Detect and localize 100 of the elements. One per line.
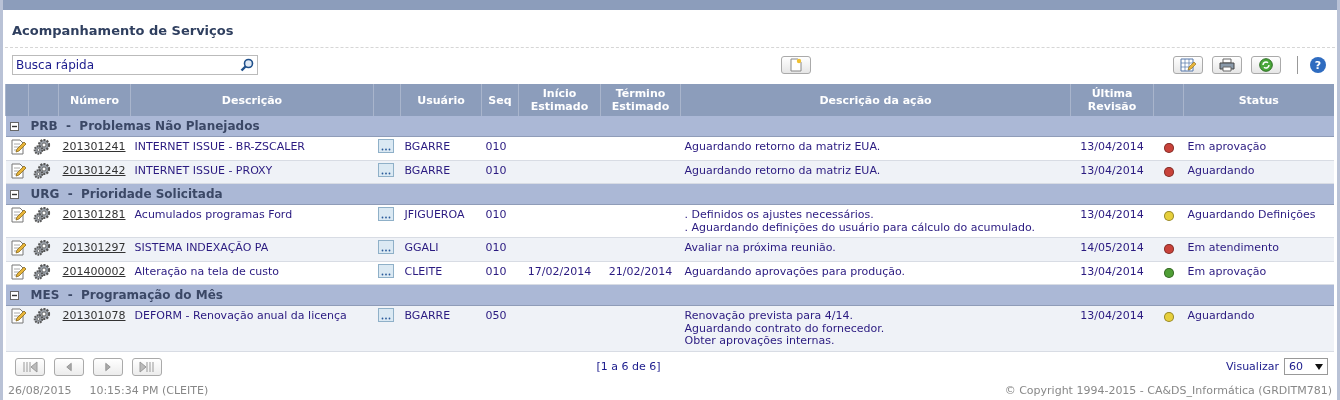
status-text: Em aprovação: [1187, 140, 1267, 153]
collapse-icon[interactable]: [9, 121, 19, 131]
action-text: Aguardando contrato do fornecedor.: [684, 321, 885, 335]
last-page-button[interactable]: [132, 357, 162, 376]
first-page-icon: [22, 359, 38, 374]
help-button[interactable]: ?: [1310, 57, 1326, 73]
more-button[interactable]: [377, 263, 394, 278]
description-text: SISTEMA INDEXAÇÃO PA: [134, 241, 269, 254]
collapse-icon[interactable]: [9, 189, 19, 199]
action-text: Obter aprovações internas.: [684, 334, 835, 347]
edit-icon[interactable]: [9, 162, 26, 179]
user-text: BGARRE: [404, 309, 451, 322]
grid-edit-button[interactable]: [1173, 56, 1203, 74]
more-button[interactable]: [377, 308, 394, 322]
description-text: DEFORM - Renovação anual da licença: [134, 309, 347, 322]
user-text: BGARRE: [404, 163, 451, 177]
seq-text: 010: [485, 241, 507, 254]
action-text: Aguardando retorno da matriz EUA.: [684, 140, 881, 153]
status-text: Em aprovação: [1187, 264, 1267, 278]
page-size-select[interactable]: 60: [1284, 358, 1328, 375]
collapse-icon[interactable]: [9, 290, 19, 300]
column-header[interactable]: Início Estimado: [518, 84, 601, 116]
more-button[interactable]: [377, 139, 394, 153]
date-text: 26/08/2015: [8, 383, 72, 397]
description-text: Alteração na tela de custo: [134, 264, 280, 278]
revision-date: 13/04/2014: [1080, 264, 1144, 278]
more-button[interactable]: [377, 162, 394, 177]
gears-icon[interactable]: [32, 139, 51, 155]
more-button[interactable]: [377, 240, 394, 254]
action-text: Renovação prevista para 4/14.: [684, 309, 853, 322]
column-header[interactable]: Descrição: [130, 84, 374, 116]
edit-icon[interactable]: [9, 308, 26, 324]
previous-page-button[interactable]: [54, 357, 84, 376]
status-text: Em atendimento: [1187, 241, 1279, 254]
action-text: Avaliar na próxima reunião.: [684, 241, 836, 254]
search-icon[interactable]: [240, 58, 254, 72]
action-text: . Definidos os ajustes necessários.: [684, 208, 874, 221]
print-button[interactable]: [1212, 56, 1242, 74]
gears-icon[interactable]: [32, 308, 51, 324]
grid-edit-icon: [1180, 58, 1196, 72]
revision-date: 13/04/2014: [1080, 309, 1144, 322]
column-header[interactable]: Usuário: [400, 84, 482, 116]
revision-date: 13/04/2014: [1080, 208, 1144, 221]
user-text: JFIGUEROA: [404, 208, 465, 221]
user-text: GGALI: [404, 241, 439, 254]
user-text: BGARRE: [404, 140, 451, 153]
seq-text: 010: [485, 140, 507, 153]
copyright-text: © Copyright 1994-2015 - CA&DS_Informática (GRDITM781): [1004, 383, 1332, 397]
next-icon: [102, 359, 114, 374]
seq-text: 050: [485, 309, 507, 322]
group-title: PRB - Problemas Não Planejados: [30, 119, 260, 133]
number-link[interactable]: 201400002: [62, 264, 126, 278]
description-text: Acumulados programas Ford: [134, 208, 293, 221]
new-document-button[interactable]: [780, 56, 811, 74]
refresh-icon: [1259, 58, 1273, 72]
gears-icon[interactable]: [32, 263, 51, 280]
user-text: CLEITE: [404, 264, 443, 278]
time-text: 10:15:34 PM (CLEITE): [89, 383, 209, 397]
search-field[interactable]: Busca rápida: [12, 55, 258, 75]
column-header[interactable]: Seq: [481, 84, 519, 116]
gears-icon[interactable]: [32, 207, 51, 223]
edit-icon[interactable]: [9, 263, 26, 280]
revision-date: 13/04/2014: [1080, 163, 1144, 177]
number-link[interactable]: 201301241: [62, 140, 126, 153]
edit-icon[interactable]: [9, 207, 26, 223]
view-label: Visualizar: [1226, 360, 1279, 373]
status-text: Aguardando Definições: [1187, 208, 1316, 221]
document-icon: [789, 58, 802, 72]
group-title: URG - Prioridade Solicitada: [30, 187, 223, 201]
action-text: Aguardando retorno da matriz EUA.: [684, 163, 881, 177]
action-text: Aguardando aprovações para produção.: [684, 264, 905, 278]
description-text: INTERNET ISSUE - BR-ZSCALER: [134, 140, 305, 153]
gears-icon[interactable]: [32, 162, 51, 179]
status-text: Aguardando: [1187, 163, 1255, 177]
seq-text: 010: [485, 264, 507, 278]
column-header[interactable]: Status: [1183, 84, 1334, 116]
end-date: 21/02/2014: [608, 264, 673, 278]
dropdown-icon: [1315, 363, 1323, 371]
revision-date: 13/04/2014: [1080, 140, 1144, 153]
column-header[interactable]: Número: [58, 84, 131, 116]
column-header[interactable]: Término Estimado: [600, 84, 681, 116]
column-header[interactable]: Descrição da ação: [680, 84, 1071, 116]
page-info: [1 a 6 de 6]: [595, 360, 662, 373]
edit-icon[interactable]: [9, 139, 26, 155]
revision-date: 14/05/2014: [1080, 241, 1144, 254]
column-header[interactable]: Última Revisão: [1070, 84, 1154, 116]
last-page-icon: [139, 359, 155, 374]
first-page-button[interactable]: [15, 357, 45, 376]
group-title: MES - Programação do Mês: [30, 288, 223, 302]
action-text: . Aguardando definições do usuário para cálculo do acumulado.: [684, 220, 1035, 234]
printer-icon: [1219, 58, 1235, 72]
page-title: Acompanhamento de Serviços: [11, 22, 235, 40]
refresh-button[interactable]: [1251, 56, 1281, 74]
next-page-button[interactable]: [93, 357, 123, 376]
number-link[interactable]: 201301281: [62, 208, 126, 221]
seq-text: 010: [485, 208, 507, 221]
gears-icon[interactable]: [32, 240, 51, 256]
seq-text: 010: [485, 163, 507, 177]
more-button[interactable]: [377, 207, 394, 221]
edit-icon[interactable]: [9, 240, 26, 256]
